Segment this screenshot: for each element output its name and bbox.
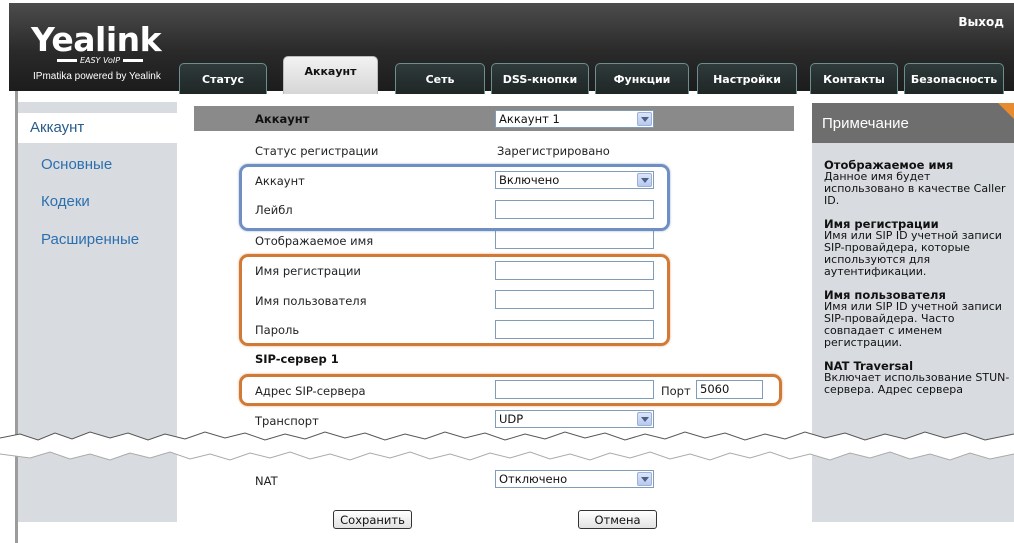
chevron-down-icon xyxy=(637,112,652,126)
corner-accent-icon xyxy=(998,103,1014,119)
logo-subtitle: EASY VoIP xyxy=(57,56,143,65)
note-text: Данное имя будет использовано в качестве… xyxy=(824,170,1006,207)
sip-address-label: Адрес SIP-сервера xyxy=(255,384,366,398)
port-input[interactable]: 5060 xyxy=(696,380,763,399)
user-name-input[interactable] xyxy=(495,290,654,309)
password-input[interactable] xyxy=(495,320,654,339)
torn-edge-divider xyxy=(0,431,1014,461)
tab-status[interactable]: Статус xyxy=(179,63,267,94)
tab-features[interactable]: Функции xyxy=(595,63,689,94)
tab-contacts[interactable]: Контакты xyxy=(810,63,898,94)
label-input[interactable] xyxy=(495,200,654,219)
nat-select[interactable]: Отключено xyxy=(495,470,654,488)
register-name-input[interactable] xyxy=(495,261,654,280)
note-text: Включает использование STUN-сервера. Адр… xyxy=(824,371,1010,396)
header: Yealink EASY VoIP IPmatika powered by Ye… xyxy=(9,3,1014,94)
user-name-label: Имя пользователя xyxy=(255,294,367,308)
note-title: Примечание xyxy=(822,115,909,132)
tab-network[interactable]: Сеть xyxy=(395,63,485,94)
register-name-label: Имя регистрации xyxy=(255,264,361,278)
note-body: Отображаемое имя Данное имя будет исполь… xyxy=(824,159,1010,396)
logout-link[interactable]: Выход xyxy=(958,15,1004,29)
nat-label: NAT xyxy=(255,474,278,488)
sidebar-item-basic[interactable]: Основные xyxy=(18,150,177,180)
account-label: Аккаунт xyxy=(255,112,310,126)
sip-address-input[interactable] xyxy=(495,380,654,399)
note-header: Примечание xyxy=(812,103,1014,143)
display-name-input[interactable] xyxy=(495,230,654,249)
account-select[interactable]: Аккаунт 1 xyxy=(495,110,654,128)
chevron-down-icon xyxy=(637,472,652,486)
label-field-label: Лейбл xyxy=(255,203,293,217)
sidebar-item-codecs[interactable]: Кодеки xyxy=(18,187,177,217)
line-active-label: Аккаунт xyxy=(255,174,305,188)
sidebar-item-account[interactable]: Аккаунт xyxy=(18,113,177,143)
port-label: Порт xyxy=(661,384,691,398)
display-name-label: Отображаемое имя xyxy=(255,234,374,248)
line-active-select[interactable]: Включено xyxy=(495,171,654,189)
cancel-button[interactable]: Отмена xyxy=(578,510,657,529)
reg-status-label: Статус регистрации xyxy=(255,144,379,158)
tab-settings[interactable]: Настройки xyxy=(697,63,797,94)
password-label: Пароль xyxy=(255,323,300,337)
tab-dss-keys[interactable]: DSS-кнопки xyxy=(491,63,589,94)
sip-server-heading: SIP-сервер 1 xyxy=(255,352,339,366)
note-text: Имя или SIP ID учетной записи SIP-провай… xyxy=(824,229,1002,278)
chevron-down-icon xyxy=(637,173,652,187)
save-button[interactable]: Сохранить xyxy=(333,510,412,529)
logo-tagline: IPmatika powered by Yealink xyxy=(33,71,161,82)
reg-status-value: Зарегистрировано xyxy=(497,144,610,158)
tab-security[interactable]: Безопасность xyxy=(904,63,1004,94)
tab-account[interactable]: Аккаунт xyxy=(283,56,378,94)
sidebar-item-advanced[interactable]: Расширенные xyxy=(18,225,177,255)
yealink-logo: Yealink xyxy=(31,20,162,59)
note-text: Имя или SIP ID учетной записи SIP-провай… xyxy=(824,300,1002,349)
